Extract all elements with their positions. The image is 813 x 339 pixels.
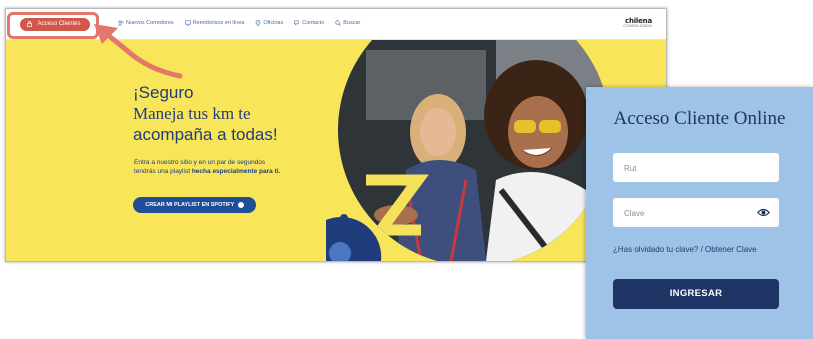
hero-title-line3: acompaña a todas!: [133, 125, 278, 144]
create-playlist-button[interactable]: CREAR MI PLAYLIST EN SPOTIFY: [133, 197, 256, 213]
spotify-icon: [237, 201, 244, 208]
eye-icon[interactable]: [757, 207, 770, 218]
rut-field[interactable]: [613, 153, 779, 184]
forgot-password-link[interactable]: ¿Has olvidado tu clave? / Obtener Clave: [613, 245, 757, 254]
nav-reembolsos[interactable]: Reembolsos en línea: [184, 20, 245, 26]
brand-logo[interactable]: chilena CONSOLIDADA: [623, 17, 652, 28]
ingresar-button[interactable]: INGRESAR: [613, 279, 779, 309]
rut-input[interactable]: [613, 153, 756, 184]
nav-label: Oficinas: [263, 20, 284, 26]
password-input[interactable]: [613, 198, 756, 229]
nav-label: Reembolsos en línea: [192, 20, 245, 26]
login-panel: Acceso Cliente Online ¿Has olvidado tu c…: [586, 87, 813, 339]
nav-contacto[interactable]: Contacto: [294, 20, 324, 26]
pointer-arrow-icon: [94, 24, 183, 79]
nav-oficinas[interactable]: Oficinas: [255, 20, 283, 26]
password-field[interactable]: [613, 198, 779, 229]
hero-title-line2: Maneja tus km te: [133, 104, 251, 123]
nav-buscar[interactable]: Buscar: [335, 20, 360, 26]
brand-subtitle: CONSOLIDADA: [623, 24, 652, 28]
hero-title: ¡Seguro Maneja tus km te acompaña a toda…: [133, 82, 278, 145]
chat-icon: [294, 20, 299, 26]
nav-label: Buscar: [343, 20, 361, 26]
nav-label: Contacto: [302, 20, 325, 26]
search-icon: [335, 20, 342, 26]
pin-icon: [256, 20, 261, 26]
hero-photo: [326, 40, 606, 261]
hero-text-bold-2: especialmente para ti.: [212, 168, 281, 175]
hero-text-bold: hecha: [191, 168, 211, 175]
create-playlist-label: CREAR MI PLAYLIST EN SPOTIFY: [145, 202, 235, 208]
hero-title-line1: ¡Seguro: [133, 83, 194, 102]
hero-description: Entra a nuestro sitio y en un par de seg…: [134, 158, 284, 176]
login-title: Acceso Cliente Online: [613, 108, 786, 129]
